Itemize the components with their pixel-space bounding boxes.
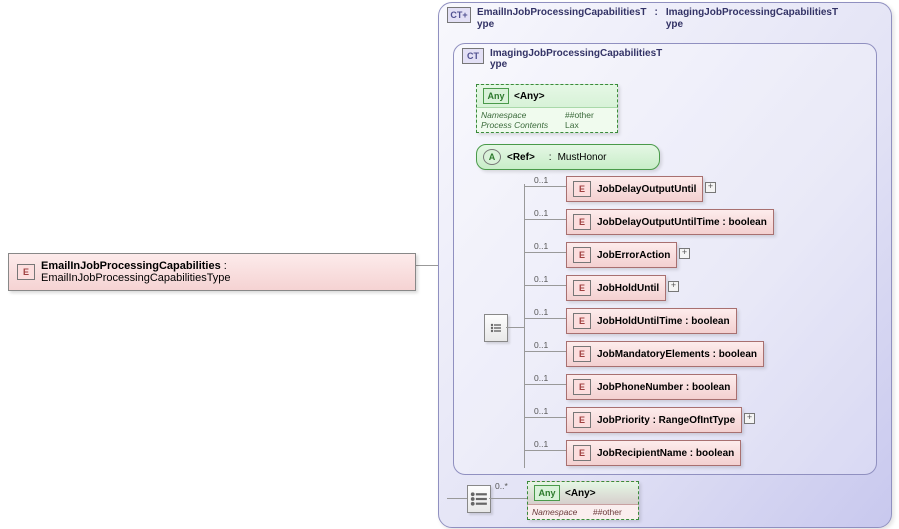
child-label: JobErrorAction [597,250,670,261]
any-wildcard-outer[interactable]: Any <Any> Namespace##other [527,481,639,520]
element-badge-icon: E [573,181,591,197]
cardinality: 0..1 [534,175,548,185]
expand-icon[interactable]: + [705,182,716,193]
child-label: JobRecipientName : boolean [597,448,734,459]
root-label: EmailInJobProcessingCapabilities : Email… [41,260,407,284]
child-element[interactable]: E JobPriority : RangeOfIntType [566,407,742,433]
any-badge-icon: Any [483,88,509,104]
element-badge-icon: E [573,445,591,461]
cardinality: 0..1 [534,307,548,317]
connector [524,285,566,286]
inner-ct-header: CT ImagingJobProcessingCapabilitiesT ype [462,48,662,70]
connector [524,351,566,352]
outer-complex-type: CT+ EmailInJobProcessingCapabilitiesT yp… [438,2,892,528]
connector [524,450,566,451]
child-element[interactable]: E JobHoldUntil [566,275,666,301]
ct-badge-icon: CT [462,48,484,64]
any-label: <Any> [565,488,596,499]
child-label: JobMandatoryElements : boolean [597,349,757,360]
connector [447,498,467,499]
outer-ct-header: CT+ EmailInJobProcessingCapabilitiesT yp… [447,7,838,31]
child-element[interactable]: E JobDelayOutputUntilTime : boolean [566,209,774,235]
connector [524,219,566,220]
attribute-badge-icon: A [483,149,501,165]
connector [524,318,566,319]
expand-icon[interactable]: + [744,413,755,424]
element-badge-icon: E [573,379,591,395]
expand-icon[interactable]: + [679,248,690,259]
element-badge-icon: E [573,313,591,329]
child-label: JobHoldUntil [597,283,659,294]
element-badge-icon: E [573,280,591,296]
element-badge-icon: E [573,346,591,362]
ct-extension-badge-icon: CT+ [447,7,471,23]
connector [506,327,524,328]
child-label: JobPriority : RangeOfIntType [597,415,735,426]
inner-complex-type: CT ImagingJobProcessingCapabilitiesT ype… [453,43,877,475]
cardinality: 0..* [495,481,508,491]
sequence-icon [468,488,490,510]
cardinality: 0..1 [534,439,548,449]
sequence-compositor-outer[interactable] [467,485,491,513]
cardinality: 0..1 [534,241,548,251]
connector [489,498,527,499]
connector [524,384,566,385]
element-badge-icon: E [17,264,35,280]
any-properties: Namespace##other Process ContentsLax [477,107,617,132]
element-badge-icon: E [573,214,591,230]
child-element[interactable]: E JobHoldUntilTime : boolean [566,308,737,334]
any-properties: Namespace##other [528,504,638,519]
any-label: <Any> [514,91,545,102]
root-element[interactable]: E EmailInJobProcessingCapabilities : Ema… [8,253,416,291]
child-element[interactable]: E JobMandatoryElements : boolean [566,341,764,367]
ref-label: <Ref> [507,152,535,163]
element-badge-icon: E [573,412,591,428]
connector [524,186,566,187]
sequence-compositor[interactable] [484,314,508,342]
child-label: JobDelayOutputUntilTime : boolean [597,217,767,228]
child-label: JobPhoneNumber : boolean [597,382,730,393]
connector [524,184,525,468]
cardinality: 0..1 [534,208,548,218]
child-element[interactable]: E JobErrorAction [566,242,677,268]
connector [524,252,566,253]
sequence-icon [489,321,503,335]
attribute-ref[interactable]: A <Ref> : MustHonor [476,144,660,170]
element-badge-icon: E [573,247,591,263]
child-element[interactable]: E JobDelayOutputUntil [566,176,703,202]
child-label: JobHoldUntilTime : boolean [597,316,730,327]
any-wildcard-inner[interactable]: Any <Any> Namespace##other Process Conte… [476,84,618,133]
expand-icon[interactable]: + [668,281,679,292]
child-element[interactable]: E JobPhoneNumber : boolean [566,374,737,400]
cardinality: 0..1 [534,340,548,350]
cardinality: 0..1 [534,373,548,383]
cardinality: 0..1 [534,274,548,284]
child-label: JobDelayOutputUntil [597,184,696,195]
ref-attr-name: MustHonor [558,152,607,163]
connector [524,417,566,418]
any-badge-icon: Any [534,485,560,501]
cardinality: 0..1 [534,406,548,416]
child-element[interactable]: E JobRecipientName : boolean [566,440,741,466]
